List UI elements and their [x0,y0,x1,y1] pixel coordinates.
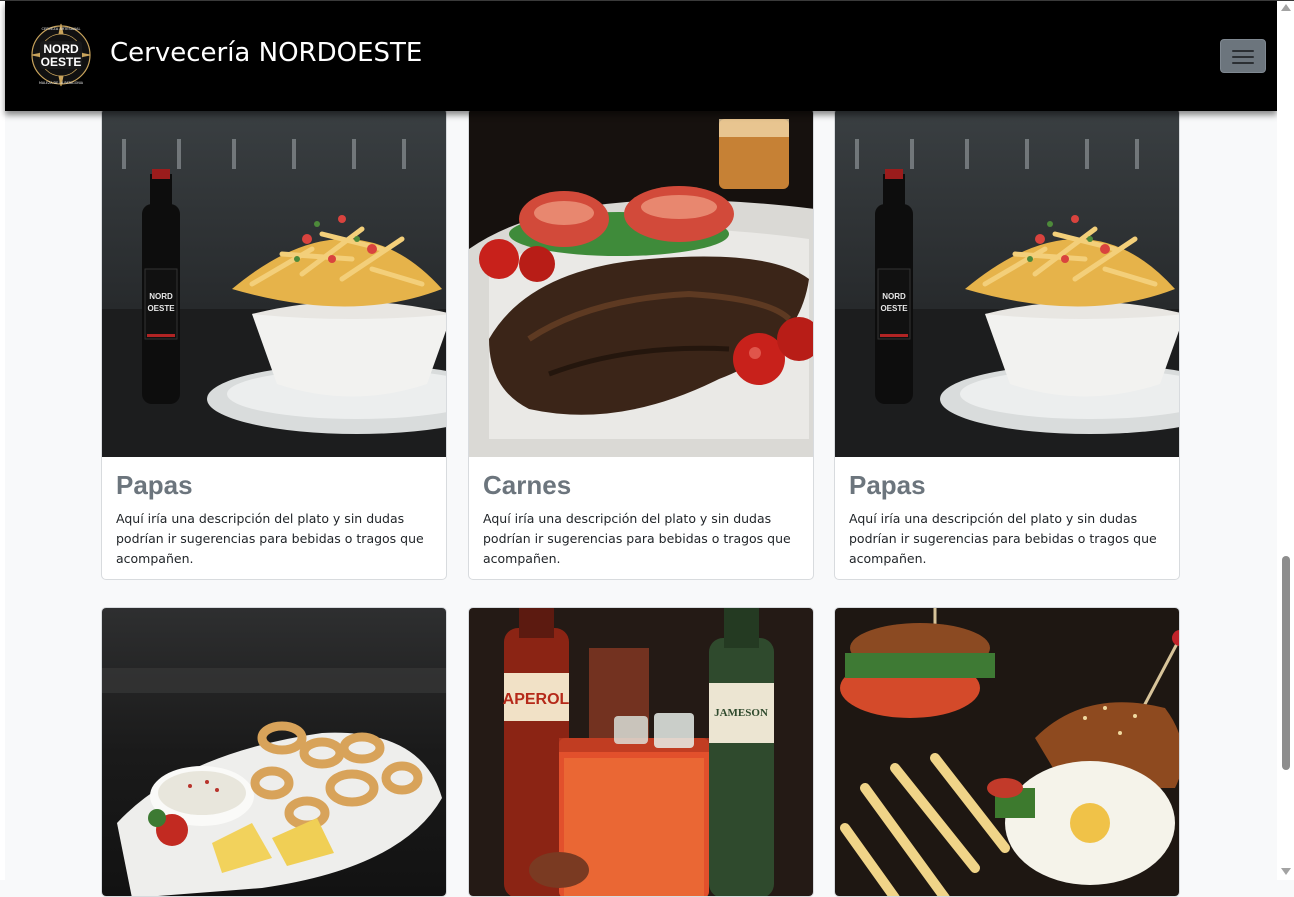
card-description: Aquí iría una descripción del plato y si… [483,511,791,566]
svg-text:JAMESON: JAMESON [714,707,768,719]
card-body: Carnes Aquí iría una descripción del pla… [469,457,813,579]
card-image-fries: NORD OESTE [835,109,1179,457]
menu-card-burger [834,607,1180,897]
card-title: Papas [849,470,926,500]
card-image-cocktail: APEROL JAMESON [469,608,813,896]
card-title: Carnes [483,470,572,500]
menu-card-cocktail: APEROL JAMESON [468,607,814,897]
window-left-border [0,0,5,880]
svg-text:CERVEZA ARTESANAL: CERVEZA ARTESANAL [42,27,81,31]
svg-text:NORD: NORD [882,292,906,301]
navbar: CERVEZA ARTESANAL NORD OESTE MALEZA DE L… [5,1,1277,111]
card-body: Papas Aquí iría una descripción del plat… [102,457,446,579]
card-description: Aquí iría una descripción del plato y si… [849,511,1157,566]
card-title: Papas [116,470,193,500]
menu-card-papas: NORD OESTE Papas Aquí iría una descripci… [101,108,447,580]
window-top-border [0,0,1294,1]
card-image-fries: NORD OESTE [102,109,446,457]
brand-logo[interactable]: CERVEZA ARTESANAL NORD OESTE MALEZA DE L… [31,20,91,90]
svg-text:NORD: NORD [43,42,79,56]
scroll-down-arrow-icon[interactable] [1281,868,1291,875]
svg-text:MALEZA DE LA PATAGONIA: MALEZA DE LA PATAGONIA [39,81,84,85]
scrollbar-thumb[interactable] [1282,556,1290,770]
page-scrollbar[interactable] [1277,0,1294,880]
card-image-burger [835,608,1179,896]
card-image-steak [469,109,813,457]
menu-card-carnes: Carnes Aquí iría una descripción del pla… [468,108,814,580]
svg-text:OESTE: OESTE [147,304,175,313]
svg-text:OESTE: OESTE [41,55,82,69]
navbar-toggler-button[interactable] [1220,39,1266,73]
card-body: Papas Aquí iría una descripción del plat… [835,457,1179,579]
card-description: Aquí iría una descripción del plato y si… [116,511,424,566]
menu-card-papas-2: NORD OESTE Papas Aquí iría una descripci… [834,108,1180,580]
svg-text:APEROL: APEROL [503,691,570,708]
scroll-up-arrow-icon[interactable] [1281,4,1291,11]
svg-text:OESTE: OESTE [880,304,908,313]
svg-text:NORD: NORD [149,292,173,301]
menu-card-calamari [101,607,447,897]
card-image-calamari [102,608,446,896]
brand-name[interactable]: Cervecería NORDOESTE [110,37,422,69]
